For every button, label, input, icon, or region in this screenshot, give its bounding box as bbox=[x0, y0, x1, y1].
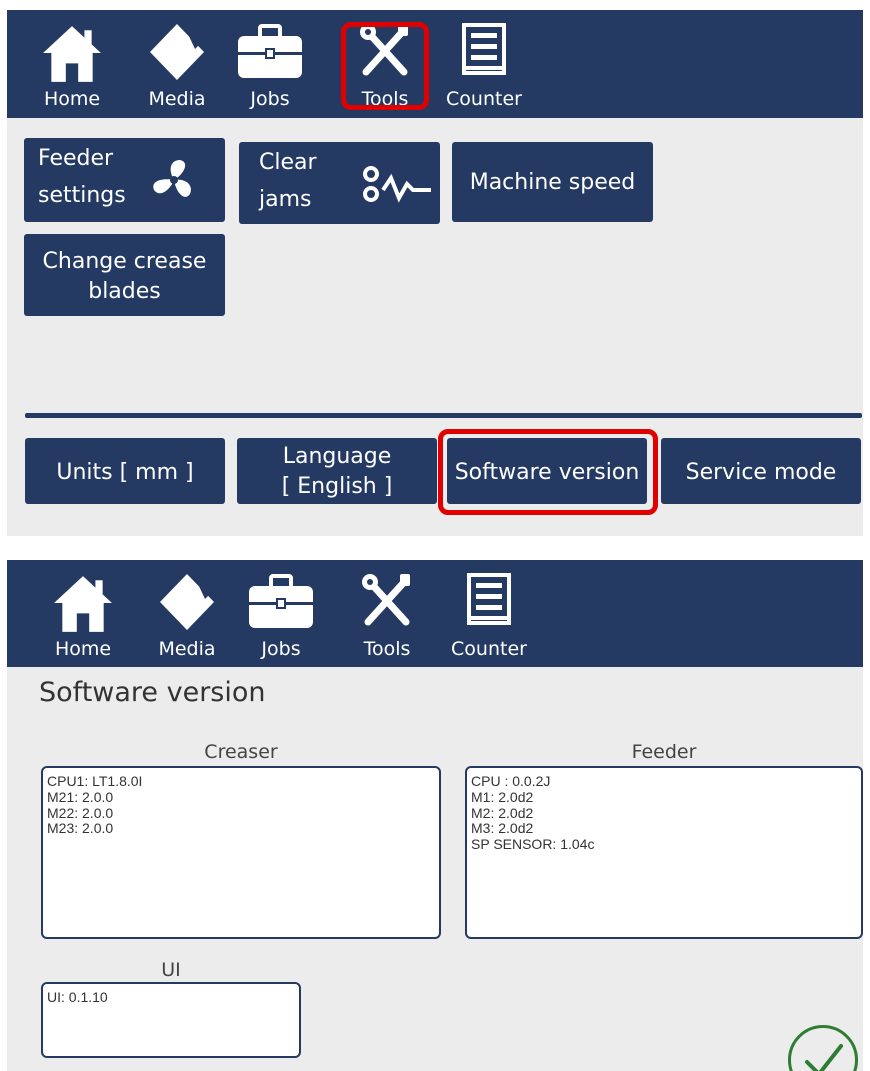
clear-jams-label-1: Clear bbox=[259, 150, 317, 175]
creaser-line: CPU1: LT1.8.0I bbox=[47, 773, 143, 789]
creaser-version-box: CPU1: LT1.8.0I M21: 2.0.0 M22: 2.0.0 M23… bbox=[41, 766, 441, 939]
briefcase-icon bbox=[238, 24, 302, 78]
creaser-line: M21: 2.0.0 bbox=[47, 788, 114, 805]
confirm-button[interactable] bbox=[788, 1025, 858, 1071]
top-nav-bar: Home Media Jobs Tools Counter bbox=[7, 560, 863, 667]
feeder-label: Feeder bbox=[631, 741, 697, 763]
fan-icon bbox=[153, 160, 191, 197]
nav-home-label: Home bbox=[54, 638, 112, 660]
feeder-line: CPU : 0.0.2J bbox=[471, 773, 551, 789]
software-version-screen: Home Media Jobs Tools Counter Software v… bbox=[7, 560, 863, 1071]
ui-label: UI bbox=[161, 959, 181, 981]
nav-home[interactable]: Home bbox=[45, 560, 121, 664]
nav-jobs[interactable]: Jobs bbox=[243, 560, 319, 664]
feeder-line: M3: 2.0d2 bbox=[471, 820, 534, 837]
machine-speed-label: Machine speed bbox=[469, 170, 636, 195]
section-divider bbox=[25, 413, 862, 418]
tools-icon bbox=[362, 574, 410, 626]
language-label-1: Language bbox=[282, 444, 392, 469]
feeder-settings-button[interactable]: Feeder settings bbox=[24, 138, 225, 222]
jam-icon bbox=[363, 166, 431, 203]
home-icon bbox=[43, 26, 101, 82]
machine-speed-button[interactable]: Machine speed bbox=[452, 142, 653, 222]
top-nav-bar: Home Media Jobs Tools Counter bbox=[7, 10, 863, 118]
home-icon bbox=[54, 576, 112, 632]
nav-home-label: Home bbox=[43, 88, 101, 110]
creaser-line: M22: 2.0.0 bbox=[47, 804, 114, 821]
media-icon bbox=[160, 574, 214, 630]
nav-counter-label: Counter bbox=[446, 88, 522, 110]
tools-highlight-box bbox=[341, 22, 429, 110]
briefcase-icon bbox=[249, 574, 313, 628]
ui-version-box: UI: 0.1.10 bbox=[41, 982, 301, 1058]
nav-counter-label: Counter bbox=[451, 638, 527, 660]
feeder-line: M2: 2.0d2 bbox=[471, 804, 534, 821]
change-crease-blades-label-2: blades bbox=[88, 279, 161, 304]
language-button[interactable]: Language [ English ] bbox=[237, 438, 437, 504]
nav-media-label: Media bbox=[148, 88, 206, 110]
nav-media[interactable]: Media bbox=[145, 560, 229, 664]
page-title: Software version bbox=[39, 677, 266, 708]
nav-media-label: Media bbox=[158, 638, 216, 660]
checkmark-icon bbox=[805, 1044, 843, 1071]
feeder-version-box: CPU : 0.0.2J M1: 2.0d2 M2: 2.0d2 M3: 2.0… bbox=[465, 766, 863, 939]
nav-jobs-label: Jobs bbox=[261, 638, 301, 660]
nav-jobs[interactable]: Jobs bbox=[233, 10, 307, 114]
nav-tools-label: Tools bbox=[363, 638, 411, 660]
nav-media[interactable]: Media bbox=[135, 10, 219, 114]
media-icon bbox=[150, 24, 204, 80]
feeder-settings-label-2: settings bbox=[38, 183, 126, 208]
feeder-line: SP SENSOR: 1.04c bbox=[471, 836, 595, 853]
creaser-label: Creaser bbox=[204, 741, 278, 763]
tools-screen: Home Media Jobs Tools Counter Feeder set… bbox=[7, 10, 863, 536]
creaser-line: M23: 2.0.0 bbox=[47, 820, 114, 837]
abacus-icon bbox=[467, 573, 511, 625]
change-crease-blades-label-1: Change crease bbox=[42, 249, 207, 274]
change-crease-blades-button[interactable]: Change crease blades bbox=[24, 234, 225, 316]
software-version-highlight-box bbox=[438, 429, 658, 515]
abacus-icon bbox=[462, 23, 506, 75]
nav-counter[interactable]: Counter bbox=[437, 10, 531, 114]
service-mode-label: Service mode bbox=[685, 460, 837, 485]
nav-jobs-label: Jobs bbox=[250, 88, 290, 110]
feeder-settings-label-1: Feeder bbox=[38, 146, 114, 171]
nav-home[interactable]: Home bbox=[35, 10, 109, 114]
nav-counter[interactable]: Counter bbox=[441, 560, 537, 664]
units-label: Units [ mm ] bbox=[56, 460, 194, 485]
units-button[interactable]: Units [ mm ] bbox=[25, 438, 225, 504]
nav-tools[interactable]: Tools bbox=[349, 560, 425, 664]
language-label-2: [ English ] bbox=[281, 474, 393, 499]
feeder-line: M1: 2.0d2 bbox=[471, 788, 534, 805]
clear-jams-button[interactable]: Clear jams bbox=[239, 142, 440, 224]
ui-line: UI: 0.1.10 bbox=[47, 989, 108, 1005]
clear-jams-label-2: jams bbox=[259, 187, 312, 212]
service-mode-button[interactable]: Service mode bbox=[661, 438, 861, 504]
